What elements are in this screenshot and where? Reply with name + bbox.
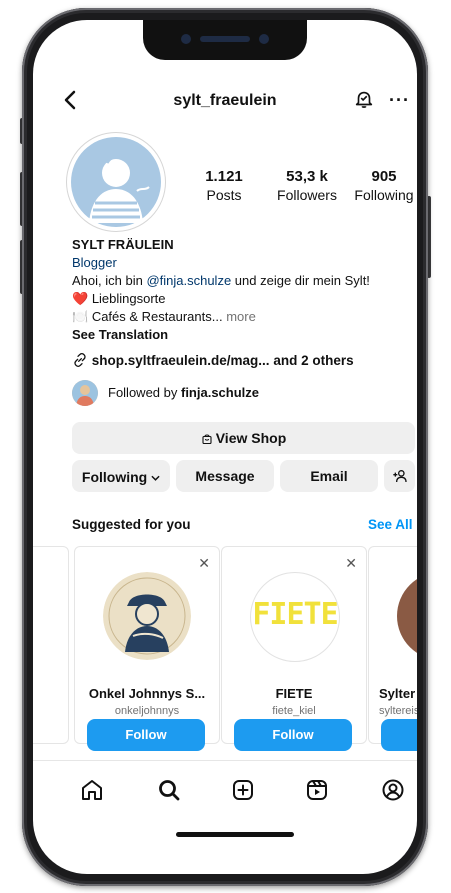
profile-icon[interactable] [381, 778, 405, 802]
follower-avatar[interactable] [72, 380, 98, 406]
home-indicator[interactable] [176, 832, 294, 837]
follow-button[interactable]: Follow [87, 719, 205, 751]
bio-text: Lieblingsorte [91, 291, 166, 306]
bio-text: und zeige dir mein Sylt! [231, 273, 370, 288]
followed-by-user-link[interactable]: finja.schulze [181, 385, 259, 400]
heart-emoji-icon: ❤️ [72, 291, 89, 306]
followers-label: Followers [277, 187, 337, 203]
divider [33, 760, 417, 761]
message-button[interactable]: Message [176, 460, 274, 492]
suggested-avatar[interactable] [397, 572, 417, 660]
speaker-icon [200, 36, 250, 42]
following-button[interactable]: Following [72, 460, 170, 492]
profile-display-name: SYLT FRÄULEIN [72, 237, 174, 252]
suggested-name[interactable]: FIETE [222, 686, 366, 701]
add-person-button[interactable] [384, 460, 415, 492]
dismiss-icon[interactable]: ✕ [198, 555, 210, 572]
suggested-username: onkeljohnnys [114, 705, 180, 717]
suggested-name[interactable]: Sylter E [379, 686, 417, 701]
followed-by-prefix: Followed by [108, 385, 181, 400]
following-label: Following [81, 469, 148, 485]
suggested-card[interactable]: Sylter E syltereis Fo [368, 546, 417, 751]
link-icon [72, 352, 88, 373]
camera-icon [259, 34, 269, 44]
fiete-logo-text: FIETE [252, 597, 338, 632]
follow-button[interactable]: Follow [234, 719, 352, 751]
home-icon[interactable] [80, 778, 104, 802]
followers-count: 53,3 k [286, 168, 328, 185]
following-count: 905 [371, 168, 397, 185]
more-options-icon[interactable]: ··· [389, 90, 410, 111]
see-translation-link[interactable]: See Translation [72, 326, 168, 344]
following-label: Following [354, 187, 414, 203]
chevron-down-icon [151, 460, 160, 492]
posts-count: 1.121 [205, 168, 243, 185]
profile-avatar[interactable] [66, 132, 166, 232]
view-shop-button[interactable]: View Shop [72, 422, 415, 454]
email-button[interactable]: Email [280, 460, 378, 492]
suggested-avatar[interactable] [103, 572, 191, 660]
phone-screen: sylt_fraeulein ··· 1.121 Posts 53,3 k Fo… [33, 20, 417, 874]
dismiss-icon[interactable]: ✕ [345, 555, 357, 572]
profile-category: Blogger [72, 255, 117, 270]
bio-mention-link[interactable]: @finja.schulze [146, 273, 231, 288]
notch [143, 20, 307, 60]
bio-line-2: ❤️ Lieblingsorte [72, 290, 166, 308]
suggested-card-partial [33, 546, 69, 744]
profile-link-text[interactable]: shop.syltfraeulein.de/mag... [92, 353, 270, 368]
followed-by-text: Followed by finja.schulze [108, 384, 259, 402]
create-icon[interactable] [231, 778, 255, 802]
posts-label: Posts [206, 187, 242, 203]
search-icon[interactable] [157, 778, 181, 802]
see-all-link[interactable]: See All [368, 517, 413, 532]
suggested-avatar[interactable]: FIETE [250, 572, 340, 662]
suggested-username: syltereis [379, 705, 417, 717]
bio-text: Cafés & Restaurants... [91, 309, 223, 324]
view-shop-label: View Shop [215, 430, 287, 446]
bio-line-1: Ahoi, ich bin @finja.schulze und zeige d… [72, 272, 416, 290]
suggested-name[interactable]: Onkel Johnnys S... [75, 686, 219, 701]
bio-more-link[interactable]: more [226, 309, 256, 324]
reels-icon[interactable] [305, 778, 329, 802]
bio-text: Ahoi, ich bin [72, 273, 147, 288]
add-person-icon [392, 463, 408, 495]
suggested-username: fiete_kiel [272, 705, 316, 717]
suggested-card[interactable]: ✕ FIETE FIETE fiete_kiel Follow [221, 546, 367, 751]
plate-emoji-icon: 🍽️ [72, 309, 89, 324]
suggested-card[interactable]: ✕ Onkel Johnnys S... onkeljohnnys Follow [74, 546, 220, 751]
follow-button[interactable]: Fo [381, 719, 417, 751]
suggested-title: Suggested for you [72, 517, 191, 532]
following-stat[interactable]: 905 Following [348, 168, 417, 203]
shop-bag-icon [201, 424, 213, 456]
notch-dot-icon [181, 34, 191, 44]
profile-link-others[interactable]: and 2 others [273, 353, 353, 368]
bell-icon[interactable] [353, 88, 377, 112]
posts-stat[interactable]: 1.121 Posts [191, 168, 257, 203]
followers-stat[interactable]: 53,3 k Followers [268, 168, 346, 203]
profile-link-row[interactable]: shop.syltfraeulein.de/mag... and 2 other… [72, 352, 354, 373]
bio-line-3: 🍽️ Cafés & Restaurants... more [72, 308, 256, 326]
